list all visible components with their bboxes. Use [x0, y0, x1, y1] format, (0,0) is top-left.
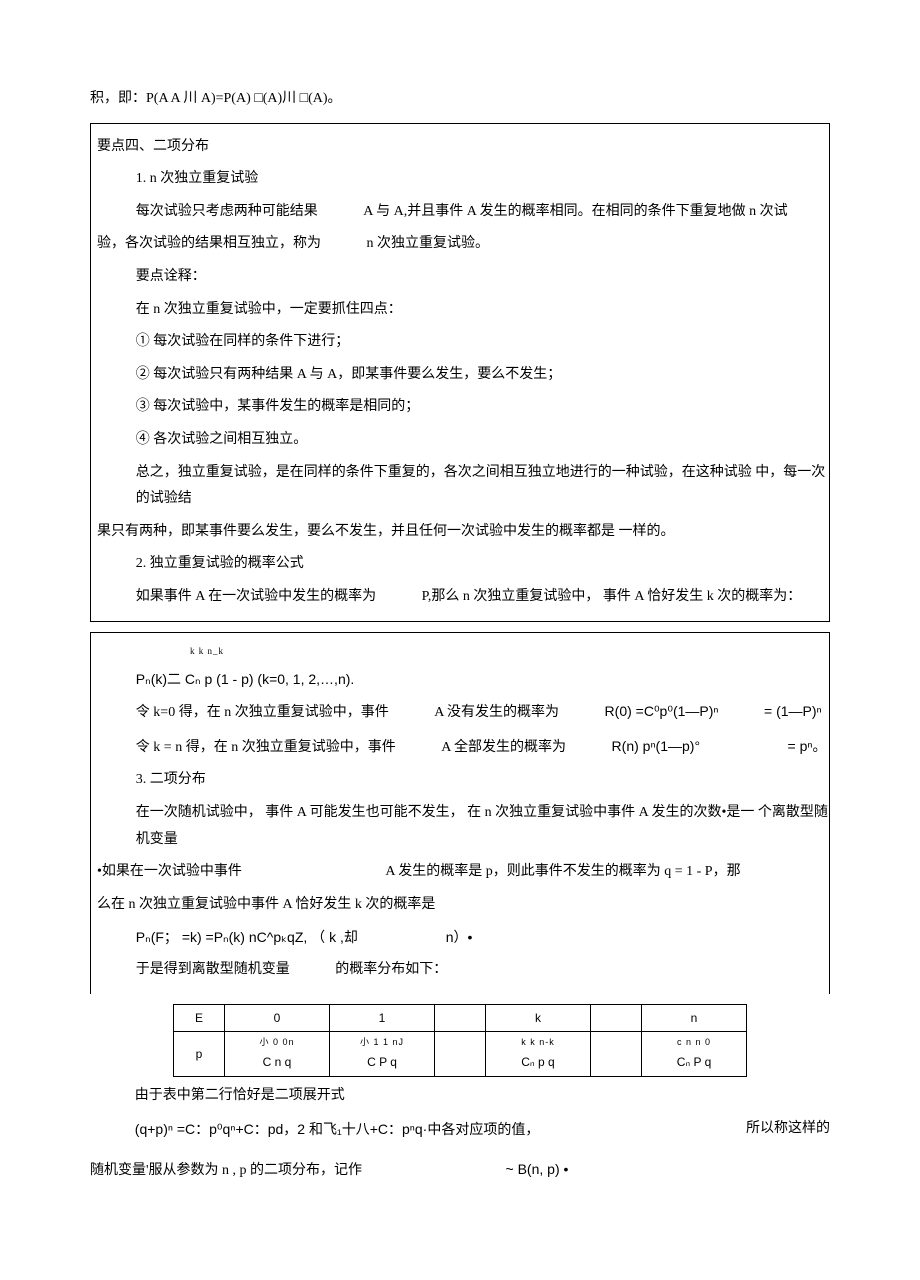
item-2: ② 每次试验只有两种结果 A 与 A，即某事件要么发生，要么不发生； — [91, 362, 829, 389]
sub-2: 2. 独立重复试验的概率公式 — [91, 551, 829, 578]
section-box-1: 要点四、二项分布 1. n 次独立重复试验 每次试验只考虑两种可能结果 A 与 … — [90, 123, 830, 622]
text: C P q — [367, 1055, 397, 1069]
cell: 1 — [330, 1004, 435, 1032]
text: ~ B(n, p) • — [506, 1161, 569, 1177]
text: n 次独立重复试验。 — [367, 236, 490, 251]
text: (q+p)ⁿ =C：p⁰qⁿ+C：pd，2 和飞₁十八+C：pⁿq·中各对应项的… — [135, 1121, 540, 1137]
text: 所以称这样的 — [746, 1116, 830, 1143]
text: C n q — [263, 1055, 292, 1069]
text: •如果在一次试验中事件 — [97, 864, 242, 879]
text: A 与 A,并且事件 A 发生的概率相同。在相同的条件下重复地做 n 次试 — [363, 204, 787, 219]
para: (q+p)ⁿ =C：p⁰qⁿ+C：pd，2 和飞₁十八+C：pⁿq·中各对应项的… — [90, 1116, 830, 1145]
para: 在一次随机试验中， 事件 A 可能发生也可能不发生， 在 n 次独立重复试验中事… — [91, 800, 829, 853]
text: = pⁿ。 — [788, 738, 827, 754]
cell: k — [486, 1004, 591, 1032]
sub-3: 3. 二项分布 — [91, 767, 829, 794]
para: 于是得到离散型随机变量 的概率分布如下： — [91, 957, 829, 984]
text: 令 k = n 得，在 n 次独立重复试验中，事件 — [136, 740, 396, 755]
para: 由于表中第二行恰好是二项展开式 — [90, 1083, 830, 1110]
item-1: ① 每次试验在同样的条件下进行； — [91, 329, 829, 356]
text: 小 1 1 nJ — [338, 1034, 426, 1051]
text: Pₙ(F； =k) =Pₙ(k) nC^pₖqZ, （ k ,却 — [136, 929, 358, 945]
cell — [591, 1004, 642, 1032]
para: •如果在一次试验中事件 A 发生的概率是 p，则此事件不发生的概率为 q = 1… — [91, 859, 829, 886]
item-4: ④ 各次试验之间相互独立。 — [91, 427, 829, 454]
cell: k k n-k Cₙ p q — [486, 1032, 591, 1077]
text: k k n-k — [494, 1034, 582, 1051]
table-row: p 小 0 0n C n q 小 1 1 nJ C P q k k n-k Cₙ… — [174, 1032, 747, 1077]
top-formula: 积，即：P(A A 川 A)=P(A) □(A)川 □(A)。 — [90, 86, 830, 113]
cell: n — [642, 1004, 747, 1032]
sub-1: 1. n 次独立重复试验 — [91, 166, 829, 193]
page-body: 积，即：P(A A 川 A)=P(A) □(A)川 □(A)。 要点四、二项分布… — [0, 0, 920, 1231]
text: R(0) =C⁰p⁰(1—P)ⁿ — [605, 703, 719, 719]
text: n）• — [446, 929, 473, 945]
para: 每次试验只考虑两种可能结果 A 与 A,并且事件 A 发生的概率相同。在相同的条… — [91, 199, 829, 226]
text: 如果事件 A 在一次试验中发生的概率为 — [136, 589, 376, 604]
cell — [591, 1032, 642, 1077]
table-row: E 0 1 k n — [174, 1004, 747, 1032]
cell — [435, 1004, 486, 1032]
text: P,那么 n 次独立重复试验中， 事件 A 恰好发生 k 次的概率为： — [422, 589, 802, 604]
formula-pnk: Pₙ(k)二 Cₙ p (1 - p) (k=0, 1, 2,…,n). — [91, 666, 829, 693]
distribution-table: E 0 1 k n p 小 0 0n C n q 小 1 1 nJ C P q … — [173, 1004, 747, 1078]
para: 么在 n 次独立重复试验中事件 A 恰好发生 k 次的概率是 — [91, 892, 829, 919]
cell: E — [174, 1004, 225, 1032]
cell: p — [174, 1032, 225, 1077]
para: 要点诠释： — [91, 264, 829, 291]
para: 令 k=0 得，在 n 次独立重复试验中，事件 A 没有发生的概率为 R(0) … — [91, 698, 829, 727]
para: 随机变量'服从参数为 n , p 的二项分布，记作 ~ B(n, p) • — [90, 1156, 830, 1185]
heading-point-4: 要点四、二项分布 — [91, 134, 829, 161]
formula-sup: k k n_k — [91, 643, 829, 660]
para: 如果事件 A 在一次试验中发生的概率为 P,那么 n 次独立重复试验中， 事件 … — [91, 584, 829, 611]
text: = (1—P)ⁿ — [764, 703, 822, 719]
para: 在 n 次独立重复试验中，一定要抓住四点： — [91, 297, 829, 324]
text: R(n) pⁿ(1—p)° — [612, 738, 701, 754]
text: 的概率分布如下： — [335, 962, 447, 977]
text: 验，各次试验的结果相互独立，称为 — [97, 236, 321, 251]
formula-pnk2: Pₙ(F； =k) =Pₙ(k) nC^pₖqZ, （ k ,却 n）• — [91, 924, 829, 951]
text: A 全部发生的概率为 — [441, 740, 566, 755]
item-3: ③ 每次试验中，某事件发生的概率是相同的； — [91, 394, 829, 421]
text: 于是得到离散型随机变量 — [136, 962, 290, 977]
para: 果只有两种，即某事件要么发生，要么不发生，并且任何一次试验中发生的概率都是 一样… — [91, 519, 829, 546]
cell — [435, 1032, 486, 1077]
text: 令 k=0 得，在 n 次独立重复试验中，事件 — [136, 705, 389, 720]
para: 验，各次试验的结果相互独立，称为 n 次独立重复试验。 — [91, 231, 829, 258]
para: 总之，独立重复试验，是在同样的条件下重复的，各次之间相互独立地进行的一种试验，在… — [91, 460, 829, 513]
text: c n n 0 — [650, 1034, 738, 1051]
text: Cₙ P q — [677, 1055, 712, 1069]
section-box-2: k k n_k Pₙ(k)二 Cₙ p (1 - p) (k=0, 1, 2,…… — [90, 632, 830, 994]
cell: 小 0 0n C n q — [225, 1032, 330, 1077]
text: A 发生的概率是 p，则此事件不发生的概率为 q = 1 - P，那 — [385, 864, 740, 879]
cell: 0 — [225, 1004, 330, 1032]
text: 每次试验只考虑两种可能结果 — [136, 204, 318, 219]
text: Cₙ p q — [521, 1055, 554, 1069]
cell: 小 1 1 nJ C P q — [330, 1032, 435, 1077]
para: 令 k = n 得，在 n 次独立重复试验中，事件 A 全部发生的概率为 R(n… — [91, 733, 829, 762]
cell: c n n 0 Cₙ P q — [642, 1032, 747, 1077]
text: 随机变量'服从参数为 n , p 的二项分布，记作 — [90, 1163, 362, 1178]
text: 小 0 0n — [233, 1034, 321, 1051]
text: A 没有发生的概率为 — [434, 705, 559, 720]
